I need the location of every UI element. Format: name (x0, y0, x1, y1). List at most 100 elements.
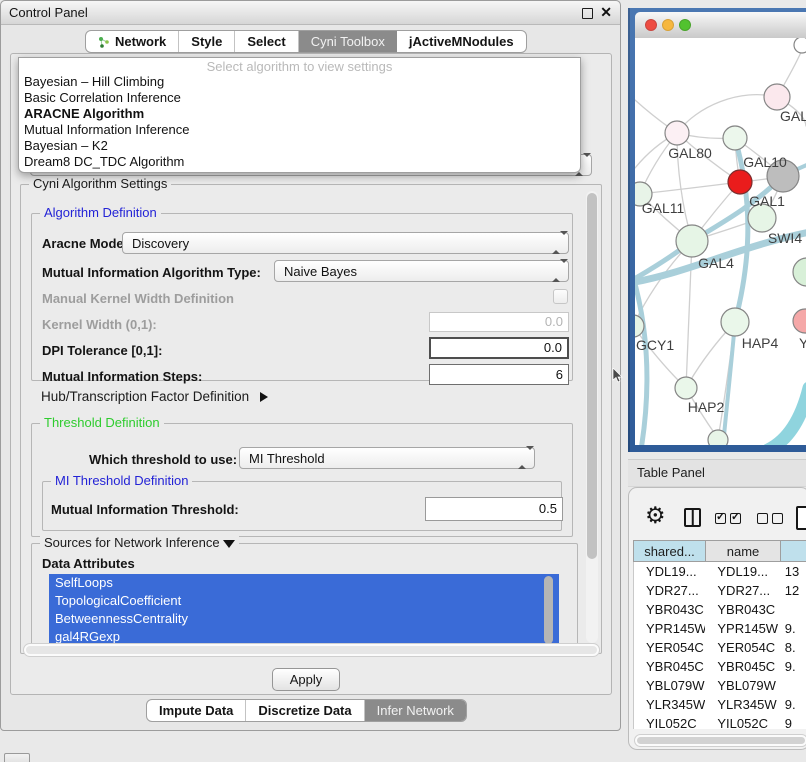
table-row[interactable]: YBR045CYBR045C9. (634, 657, 806, 676)
zoom-traffic-light-icon[interactable] (679, 19, 691, 31)
table-row[interactable]: YPR145WYPR145W9. (634, 619, 806, 638)
network-node-gal80[interactable] (665, 121, 689, 145)
table-cell: YER054C (634, 638, 705, 657)
data-attribute-item[interactable]: BetweennessCentrality (49, 610, 559, 628)
tab-jactivemnodules[interactable]: jActiveMNodules (397, 31, 526, 52)
table-row[interactable]: YIL052CYIL052C9 (634, 714, 806, 729)
close-traffic-light-icon[interactable] (645, 19, 657, 31)
data-attribute-item[interactable]: SelfLoops (49, 574, 559, 592)
table-column-header[interactable] (781, 540, 806, 562)
table-header-row[interactable]: shared...name (633, 540, 806, 562)
table-row[interactable]: YLR345WYLR345W9. (634, 695, 806, 714)
network-node-hap4[interactable] (721, 308, 749, 336)
data-attribute-item[interactable]: TopologicalCoefficient (49, 592, 559, 610)
table-row[interactable]: YBR043CYBR043C (634, 600, 806, 619)
table-cell: 9. (779, 657, 806, 676)
sources-title[interactable]: Sources for Network Inference (40, 535, 239, 550)
table-body[interactable]: YDL19...YDL19...13YDR27...YDR27...12YBR0… (633, 562, 806, 729)
float-window-icon[interactable] (582, 8, 593, 19)
table-row[interactable]: YDL19...YDL19...13 (634, 562, 806, 581)
scrollbar-thumb[interactable] (587, 193, 597, 559)
table-panel-titlebar: Table Panel (628, 459, 806, 487)
settings-horizontal-scrollbar[interactable] (23, 643, 600, 657)
table-cell: YDL19... (634, 562, 705, 581)
table-row[interactable]: YBL079WYBL079W (634, 676, 806, 695)
dpi-tolerance-input[interactable]: 0.0 (429, 337, 569, 359)
tab-discretize-data[interactable]: Discretize Data (246, 700, 364, 721)
table-column-header[interactable]: shared... (633, 540, 706, 562)
file-icon[interactable] (796, 506, 806, 530)
network-node-gal[interactable] (764, 84, 790, 110)
unselect-all-columns-icon[interactable] (757, 512, 787, 527)
tab-network[interactable]: Network (86, 31, 179, 52)
table-horizontal-scrollbar[interactable] (634, 734, 806, 747)
algorithm-popup-item[interactable]: Basic Correlation Inference (19, 90, 580, 106)
mi-threshold-input[interactable]: 0.5 (425, 497, 563, 521)
minimize-traffic-light-icon[interactable] (662, 19, 674, 31)
apply-button[interactable]: Apply (272, 668, 340, 691)
table-column-header[interactable]: name (706, 540, 781, 562)
network-edge[interactable] (677, 95, 777, 133)
close-icon[interactable]: ✕ (600, 4, 612, 21)
mi-steps-input[interactable]: 6 (429, 364, 569, 385)
tab-impute-data[interactable]: Impute Data (147, 700, 246, 721)
data-attributes-list[interactable]: SelfLoopsTopologicalCoefficientBetweenne… (49, 574, 559, 648)
settings-vertical-scrollbar[interactable] (586, 191, 598, 643)
aracne-mode-combobox[interactable]: Discovery (122, 232, 569, 254)
panel-resize-chip[interactable] (4, 753, 30, 762)
table-cell: 9 (779, 714, 806, 729)
data-attributes-label: Data Attributes (42, 556, 135, 571)
algorithm-popup-item[interactable]: Bayesian – K2 (19, 138, 580, 154)
hub-tf-definition-toggle[interactable]: Hub/Transcription Factor Definition (41, 389, 268, 404)
network-node[interactable] (794, 38, 806, 53)
control-panel-bottom-tabbar: Impute DataDiscretize DataInfer Network (146, 699, 467, 722)
network-node[interactable] (708, 430, 728, 445)
tab-style[interactable]: Style (179, 31, 235, 52)
tab-infer-network[interactable]: Infer Network (365, 700, 466, 721)
algorithm-popup-item[interactable]: Bayesian – Hill Climbing (19, 74, 580, 90)
manual-kernel-width-checkbox[interactable] (553, 289, 568, 304)
dpi-tolerance-label: DPI Tolerance [0,1]: (42, 343, 162, 358)
tab-select[interactable]: Select (235, 31, 298, 52)
mi-steps-label: Mutual Information Steps: (42, 369, 202, 384)
scrollbar-thumb[interactable] (637, 737, 805, 744)
network-node-gal1[interactable] (728, 170, 752, 194)
network-canvas[interactable]: GALGAL80GAL10GAL1GAL11SWI4GAL4GCY1HAP4YH… (635, 38, 806, 445)
network-node-gal4[interactable] (676, 225, 708, 257)
network-edge[interactable] (686, 241, 692, 388)
tab-cyni-toolbox[interactable]: Cyni Toolbox (299, 31, 397, 52)
column-layout-icon[interactable] (684, 508, 701, 527)
network-node[interactable] (793, 258, 806, 286)
tab-label: Cyni Toolbox (311, 34, 385, 49)
table-cell: 13 (779, 562, 806, 581)
network-edge[interactable] (635, 270, 647, 445)
table-cell: YLR345W (705, 695, 778, 714)
mi-algorithm-type-combobox[interactable]: Naive Bayes (274, 260, 569, 282)
network-edge[interactable] (640, 182, 740, 194)
network-node-y[interactable] (793, 309, 806, 333)
network-node-gal10[interactable] (723, 126, 747, 150)
select-all-columns-icon[interactable] (715, 512, 745, 527)
mi-algorithm-type-label: Mutual Information Algorithm Type: (42, 265, 261, 280)
settings-gear-icon[interactable]: ⚙ (645, 504, 666, 526)
algorithm-popup-item[interactable]: ARACNE Algorithm (19, 106, 580, 122)
kernel-width-input[interactable]: 0.0 (429, 312, 569, 332)
attributes-list-scrollbar[interactable] (544, 576, 553, 644)
network-edge[interactable] (723, 322, 735, 445)
network-node-hap2[interactable] (675, 377, 697, 399)
mi-threshold-definition-group: MI Threshold Definition Mutual Informati… (42, 481, 562, 531)
tab-label: Network (115, 34, 166, 49)
network-graph[interactable]: GALGAL80GAL10GAL1GAL11SWI4GAL4GCY1HAP4YH… (635, 38, 806, 445)
table-row[interactable]: YDR27...YDR27...12 (634, 581, 806, 600)
table-row[interactable]: YER054CYER054C8. (634, 638, 806, 657)
mouse-cursor-icon (612, 368, 623, 383)
algorithm-popup-item[interactable]: Mutual Information Inference (19, 122, 580, 138)
network-node-label: GAL4 (698, 255, 734, 271)
algorithm-popup-item[interactable]: Dream8 DC_TDC Algorithm (19, 154, 580, 170)
network-edge[interactable] (768, 388, 806, 445)
which-threshold-combobox[interactable]: MI Threshold (239, 447, 535, 469)
network-window-titlebar[interactable] (635, 12, 806, 39)
scrollbar-thumb[interactable] (26, 646, 597, 654)
expanded-arrow-icon (223, 540, 235, 548)
aracne-mode-value: Discovery (132, 236, 189, 251)
